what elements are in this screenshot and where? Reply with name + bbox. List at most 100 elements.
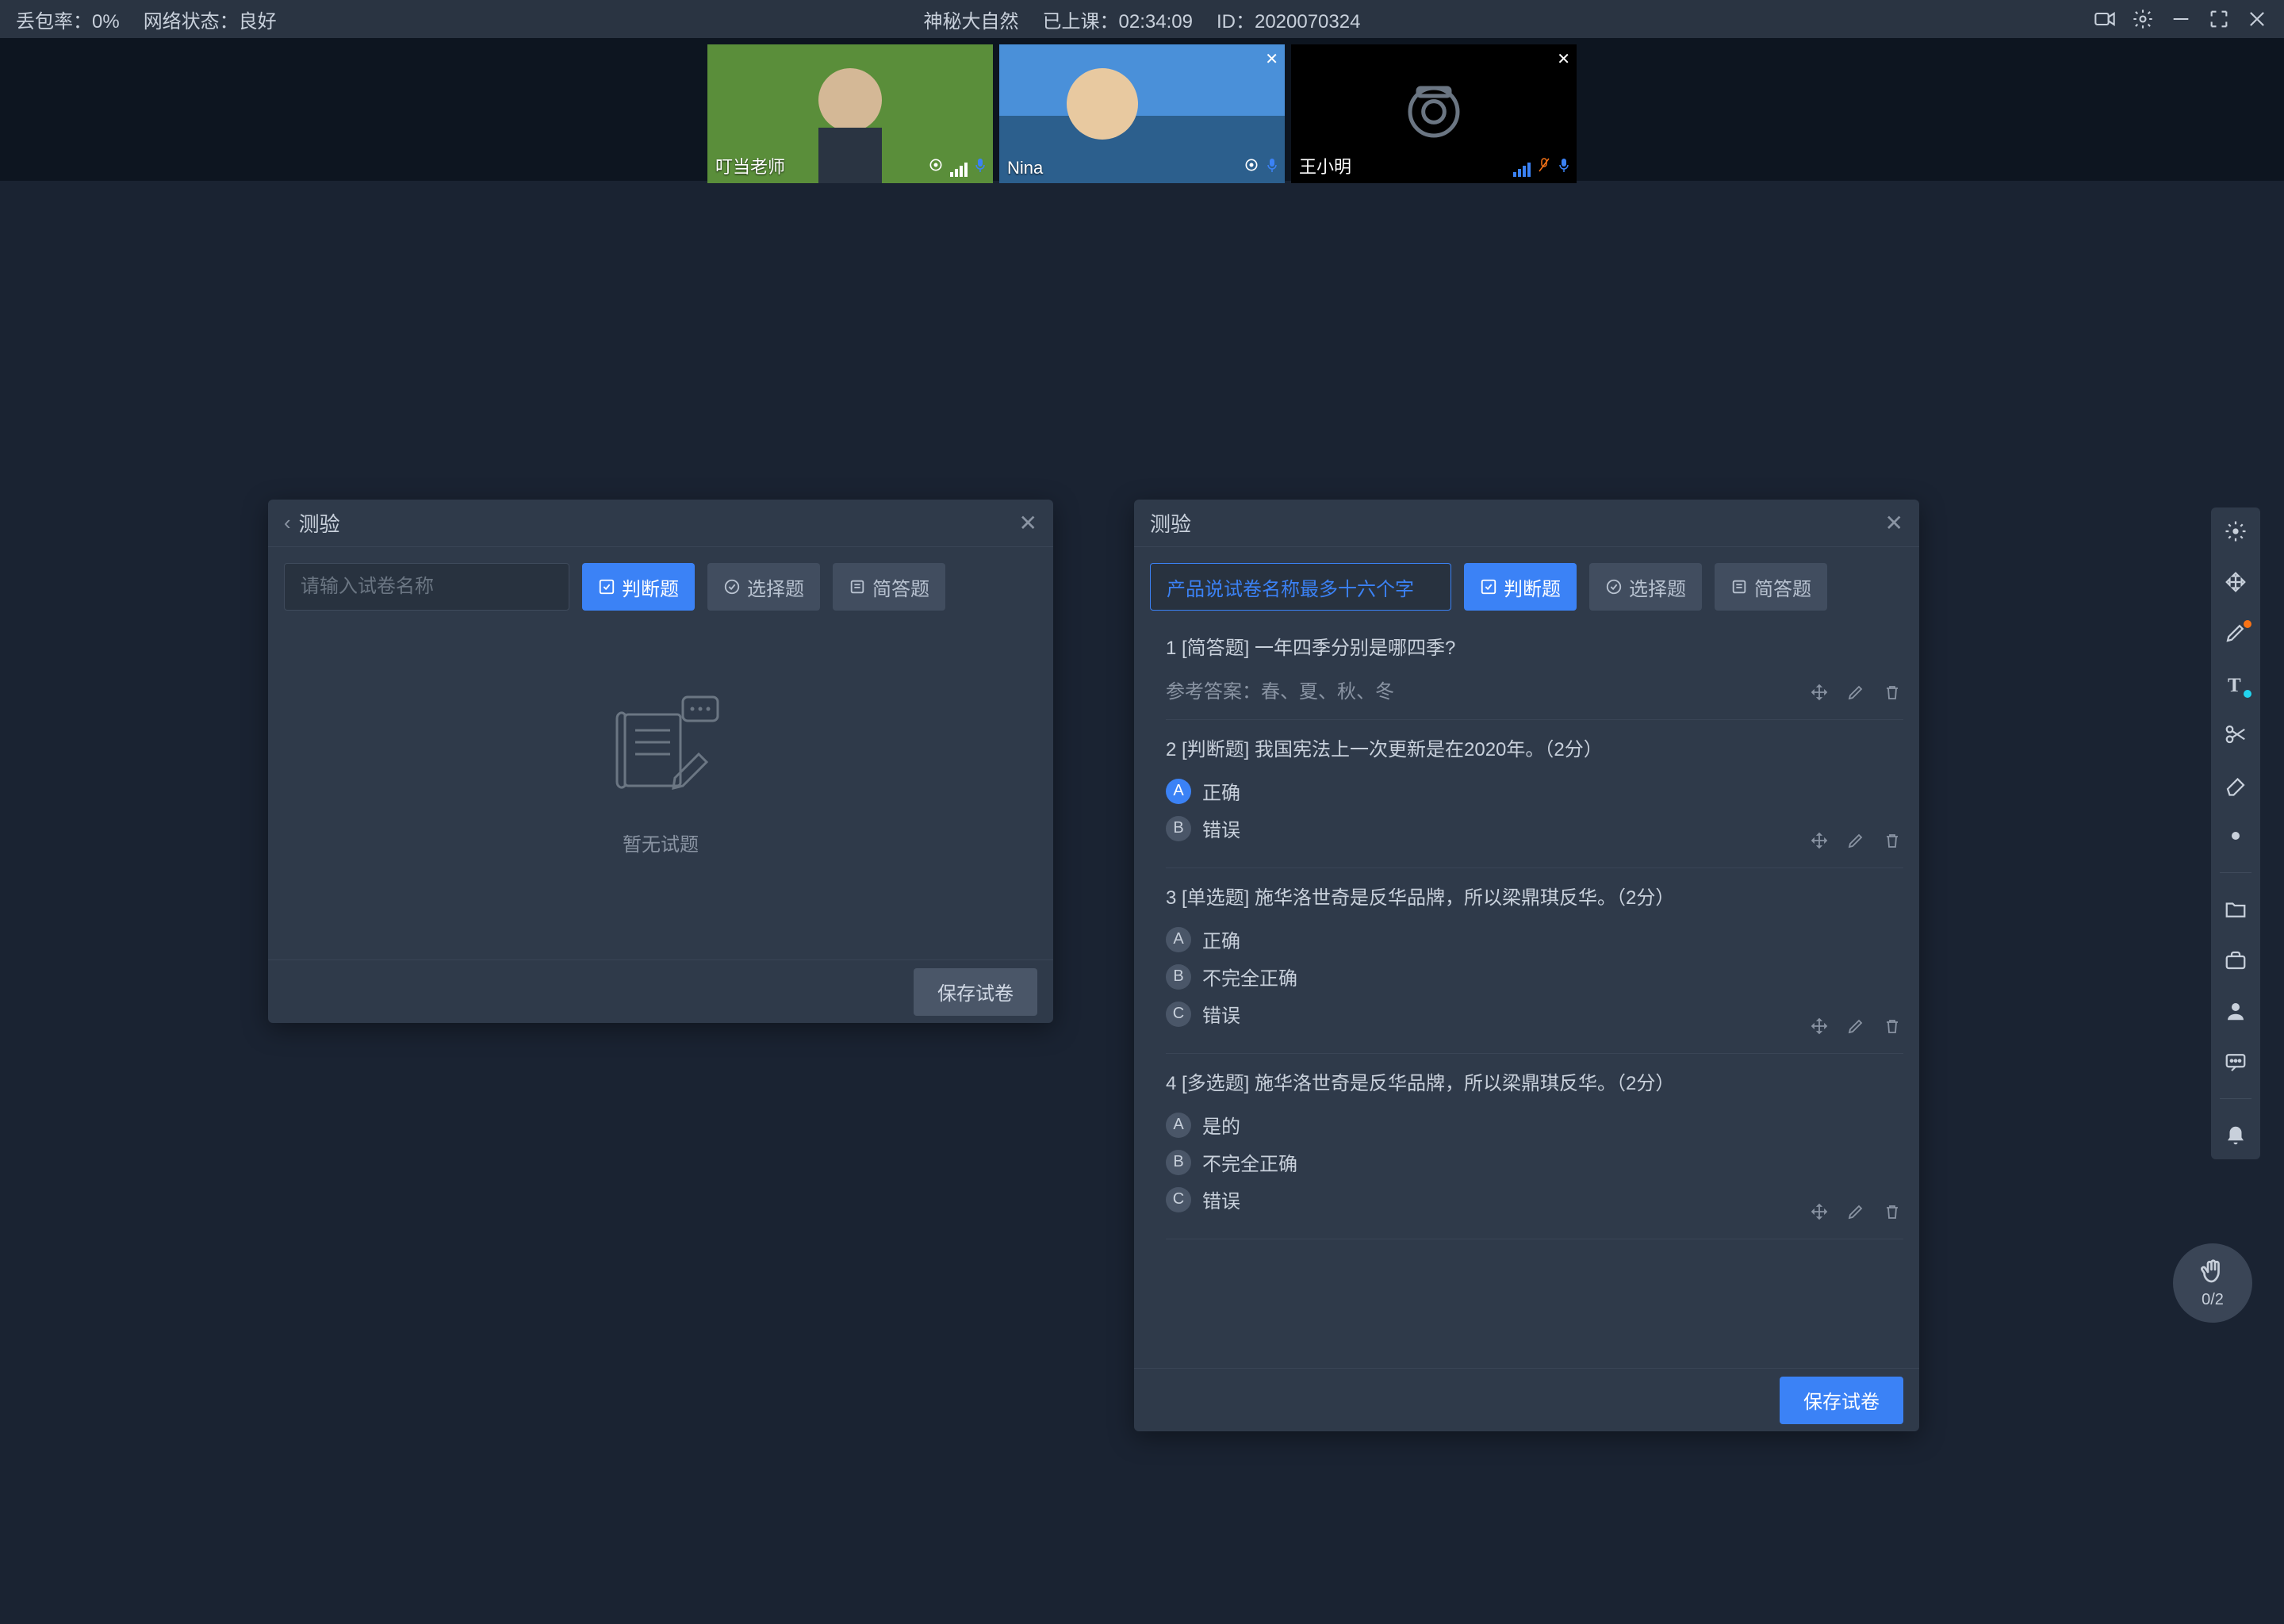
option-text: 错误 bbox=[1202, 814, 1240, 842]
option-text: 正确 bbox=[1202, 777, 1240, 805]
delete-icon[interactable] bbox=[1881, 1201, 1903, 1223]
question-block: 1 [简答题] 一年四季分别是哪四季? 参考答案：春、夏、秋、冬 bbox=[1166, 619, 1903, 720]
bell-tool-icon[interactable] bbox=[2221, 1121, 2250, 1150]
option-text: 错误 bbox=[1202, 1000, 1240, 1028]
edit-icon[interactable] bbox=[1845, 1201, 1867, 1223]
question-option[interactable]: B不完全正确 bbox=[1166, 963, 1903, 990]
session-id: ID：2020070324 bbox=[1217, 6, 1360, 33]
elapsed-time: 已上课：02:34:09 bbox=[1043, 6, 1193, 33]
question-block: 2 [判断题] 我国宪法上一次更新是在2020年。（2分） A 正确 B 错误 bbox=[1166, 720, 1903, 868]
question-block: 4 [多选题] 施华洛世奇是反华品牌，所以梁鼎琪反华。（2分） A是的 B不完全正确… bbox=[1166, 1054, 1903, 1239]
move-icon[interactable] bbox=[1808, 829, 1830, 852]
scissors-tool-icon[interactable] bbox=[2221, 720, 2250, 749]
mic-icon bbox=[974, 157, 987, 177]
edit-icon[interactable] bbox=[1845, 829, 1867, 852]
option-text: 不完全正确 bbox=[1202, 963, 1297, 990]
whiteboard-indicator-icon bbox=[1244, 157, 1259, 177]
folder-tool-icon[interactable] bbox=[2221, 895, 2250, 924]
minimize-icon[interactable] bbox=[2170, 8, 2192, 30]
network-status-label: 网络状态：良好 bbox=[144, 6, 277, 33]
side-toolbar: T bbox=[2211, 508, 2260, 1159]
question-option[interactable]: B不完全正确 bbox=[1166, 1148, 1903, 1176]
empty-state: 暂无试题 bbox=[268, 626, 1053, 912]
delete-icon[interactable] bbox=[1881, 829, 1903, 852]
close-window-icon[interactable] bbox=[2246, 8, 2268, 30]
short-answer-button[interactable]: 简答题 bbox=[1715, 563, 1827, 611]
eraser-tool-icon[interactable] bbox=[2221, 771, 2250, 799]
whiteboard-indicator-icon bbox=[928, 157, 944, 177]
signal-icon bbox=[1513, 163, 1531, 177]
question-option[interactable]: A 正确 bbox=[1166, 777, 1903, 805]
save-quiz-button[interactable]: 保存试卷 bbox=[914, 968, 1037, 1016]
panel-title: 测验 bbox=[1150, 508, 1885, 538]
move-icon[interactable] bbox=[1808, 1015, 1830, 1037]
user-tool-icon[interactable] bbox=[2221, 997, 2250, 1025]
hand-count: 0/2 bbox=[2202, 1291, 2224, 1309]
question-option[interactable]: C错误 bbox=[1166, 1185, 1903, 1213]
video-tile-student-1[interactable]: ✕ Nina bbox=[999, 44, 1285, 183]
video-tile-teacher[interactable]: 叮当老师 bbox=[707, 44, 993, 183]
empty-illustration-icon bbox=[589, 683, 732, 810]
judgment-question-button[interactable]: 判断题 bbox=[1464, 563, 1577, 611]
tile-close-icon[interactable]: ✕ bbox=[1557, 49, 1570, 69]
pen-tool-icon[interactable] bbox=[2221, 619, 2250, 647]
option-text: 正确 bbox=[1202, 925, 1240, 953]
option-text: 是的 bbox=[1202, 1111, 1240, 1139]
move-tool-icon[interactable] bbox=[2221, 568, 2250, 596]
edit-icon[interactable] bbox=[1845, 1015, 1867, 1037]
delete-icon[interactable] bbox=[1881, 681, 1903, 703]
question-option[interactable]: B 错误 bbox=[1166, 814, 1903, 842]
close-icon[interactable]: ✕ bbox=[1019, 510, 1037, 536]
mic-icon bbox=[1558, 157, 1570, 177]
hand-icon bbox=[2198, 1258, 2227, 1286]
quiz-name-input[interactable] bbox=[1150, 563, 1451, 611]
hand-raise-button[interactable]: 0/2 bbox=[2173, 1243, 2252, 1323]
settings-icon[interactable] bbox=[2132, 8, 2154, 30]
edit-icon[interactable] bbox=[1845, 681, 1867, 703]
back-icon[interactable]: ‹ bbox=[284, 511, 291, 535]
short-answer-button[interactable]: 简答题 bbox=[833, 563, 945, 611]
record-icon[interactable] bbox=[2094, 8, 2116, 30]
fullscreen-icon[interactable] bbox=[2208, 8, 2230, 30]
reference-answer: 参考答案：春、夏、秋、冬 bbox=[1166, 676, 1903, 703]
video-tile-student-2[interactable]: ✕ 王小明 bbox=[1291, 44, 1577, 183]
toolbox-tool-icon[interactable] bbox=[2221, 946, 2250, 975]
question-option[interactable]: C错误 bbox=[1166, 1000, 1903, 1028]
delete-icon[interactable] bbox=[1881, 1015, 1903, 1037]
packet-loss-label: 丢包率：0% bbox=[16, 6, 120, 33]
option-letter: C bbox=[1166, 1187, 1191, 1212]
option-letter: B bbox=[1166, 816, 1191, 841]
shape-tool-icon[interactable] bbox=[2221, 822, 2250, 850]
save-quiz-button[interactable]: 保存试卷 bbox=[1780, 1377, 1903, 1424]
question-title: 4 [多选题] 施华洛世奇是反华品牌，所以梁鼎琪反华。（2分） bbox=[1166, 1070, 1903, 1098]
judgment-question-button[interactable]: 判断题 bbox=[582, 563, 695, 611]
question-block: 3 [单选题] 施华洛世奇是反华品牌，所以梁鼎琪反华。（2分） A 正确 B不完全正确… bbox=[1166, 868, 1903, 1054]
quiz-panel-filled: 测验 ✕ 判断题 选择题 简答题 1 [简答题] 一年四季分别是哪四季? 参考答案… bbox=[1134, 500, 1919, 1431]
choice-question-button[interactable]: 选择题 bbox=[707, 563, 820, 611]
option-text: 不完全正确 bbox=[1202, 1148, 1297, 1176]
question-option[interactable]: A是的 bbox=[1166, 1111, 1903, 1139]
choice-question-button[interactable]: 选择题 bbox=[1589, 563, 1702, 611]
option-letter: A bbox=[1166, 927, 1191, 952]
panel-title: 测验 bbox=[299, 508, 1019, 538]
click-tool-icon[interactable] bbox=[2221, 517, 2250, 546]
question-title: 1 [简答题] 一年四季分别是哪四季? bbox=[1166, 634, 1903, 663]
text-tool-icon[interactable]: T bbox=[2221, 669, 2250, 698]
question-option[interactable]: A 正确 bbox=[1166, 925, 1903, 953]
question-title: 3 [单选题] 施华洛世奇是反华品牌，所以梁鼎琪反华。（2分） bbox=[1166, 884, 1903, 913]
chat-tool-icon[interactable] bbox=[2221, 1048, 2250, 1076]
empty-text: 暂无试题 bbox=[623, 829, 699, 856]
tile-name: 王小明 bbox=[1299, 153, 1351, 178]
quiz-panel-empty: ‹ 测验 ✕ 判断题 选择题 简答题 暂无试题 保存 bbox=[268, 500, 1053, 1023]
quiz-name-input[interactable] bbox=[284, 563, 569, 611]
mic-muted-icon bbox=[1537, 157, 1551, 177]
top-bar: 丢包率：0% 网络状态：良好 神秘大自然 已上课：02:34:09 ID：202… bbox=[0, 0, 2284, 38]
option-letter: A bbox=[1166, 779, 1191, 804]
camera-off-icon bbox=[1402, 80, 1466, 147]
move-icon[interactable] bbox=[1808, 681, 1830, 703]
close-icon[interactable]: ✕ bbox=[1885, 510, 1903, 536]
move-icon[interactable] bbox=[1808, 1201, 1830, 1223]
tile-close-icon[interactable]: ✕ bbox=[1265, 49, 1278, 69]
question-title: 2 [判断题] 我国宪法上一次更新是在2020年。（2分） bbox=[1166, 736, 1903, 764]
question-list[interactable]: 1 [简答题] 一年四季分别是哪四季? 参考答案：春、夏、秋、冬 2 [判断题] 我… bbox=[1134, 619, 1919, 1368]
